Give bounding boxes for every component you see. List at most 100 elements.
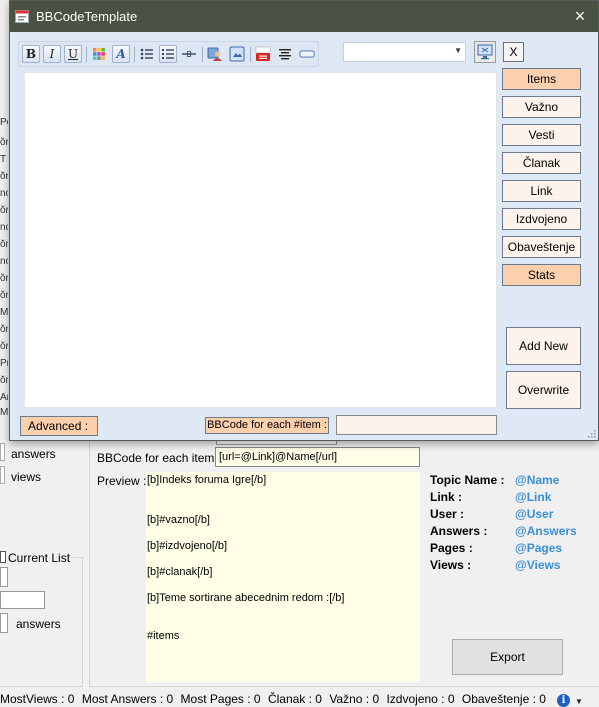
status-most-answers: Most Answers : 0 (81, 692, 174, 706)
list-item[interactable]: M (0, 306, 8, 320)
items-button[interactable]: Items (502, 68, 581, 90)
preview-line: [b]Teme sortirane abecednim redom :[/b] (147, 592, 345, 604)
legend-value: @User (515, 507, 554, 521)
list-item[interactable]: ŏr (0, 238, 8, 252)
bbcode-each-item-label: BBCode for each item : (97, 451, 222, 465)
vazno-button[interactable]: Važno (502, 96, 581, 118)
template-editor[interactable] (24, 72, 497, 408)
preview-line: [b]Indeks foruma Igre[/b] (147, 474, 267, 486)
views-option-box[interactable] (0, 466, 5, 484)
legend-key: Link : (430, 490, 462, 504)
image-icon[interactable] (228, 45, 246, 63)
legend-value: @Link (515, 490, 552, 504)
legend-value: @Pages (515, 541, 563, 555)
legend-key: Topic Name : (430, 473, 505, 487)
horizontal-rule-icon[interactable] (180, 45, 198, 63)
list-item[interactable]: ŏr (0, 204, 8, 218)
status-most-views: MostViews : 0 (0, 692, 75, 706)
status-vazno: Važno : 0 (329, 692, 380, 706)
spoiler-icon[interactable] (298, 45, 316, 63)
toolbar-separator (134, 47, 135, 62)
bbcode-each-item-field[interactable] (336, 415, 497, 435)
clear-button[interactable]: X (503, 42, 524, 62)
close-icon[interactable]: × (566, 3, 594, 29)
resize-grip-icon[interactable] (588, 430, 596, 438)
vesti-button[interactable]: Vesti (502, 124, 581, 146)
current-list-input[interactable] (0, 591, 45, 609)
list-item[interactable]: Po (0, 116, 8, 130)
stats-button[interactable]: Stats (502, 264, 581, 286)
current-list-combo[interactable] (0, 567, 8, 587)
list-item[interactable]: ŏr (0, 272, 8, 286)
italic-icon[interactable]: I (43, 45, 61, 63)
numbered-list-icon[interactable] (159, 45, 177, 63)
chevron-down-icon[interactable]: ▼ (575, 697, 583, 706)
bold-icon[interactable]: B (22, 45, 40, 63)
status-clanak: Članak : 0 (267, 692, 322, 706)
align-center-icon[interactable] (276, 45, 294, 63)
youtube-icon[interactable] (254, 45, 272, 63)
list-item[interactable]: M (0, 406, 8, 420)
font-icon[interactable]: A (112, 45, 130, 63)
bbcode-each-item-label: BBCode for each #item : (205, 417, 329, 434)
list-item[interactable]: no (0, 187, 8, 201)
list-item[interactable]: ŏr (0, 340, 8, 354)
template-select[interactable]: ▼ (343, 42, 466, 62)
link-button[interactable]: Link (502, 180, 581, 202)
obavestenje-button[interactable]: Obaveštenje (502, 236, 581, 258)
export-button[interactable]: Export (452, 639, 563, 675)
formatting-toolbar: B I U A (18, 41, 319, 67)
legend-key: Pages : (430, 541, 473, 555)
current-list-checkbox[interactable] (0, 551, 6, 563)
toolbar-separator (86, 47, 87, 62)
list-item[interactable]: no (0, 255, 8, 269)
legend-key: Answers : (430, 524, 488, 538)
overwrite-button[interactable]: Overwrite (506, 371, 581, 409)
advanced-button[interactable]: Advanced : (20, 416, 98, 436)
status-izdvojeno: Izdvojeno : 0 (386, 692, 455, 706)
list-item[interactable]: ŏr (0, 289, 8, 303)
legend-key: Views : (430, 558, 472, 572)
toolbar-separator (202, 47, 203, 62)
legend-key: User : (430, 507, 465, 521)
user-icon[interactable] (206, 45, 224, 63)
status-obavestenje: Obaveštenje : 0 (461, 692, 546, 706)
preview-line: #items (147, 630, 180, 642)
list-item[interactable]: no (0, 221, 8, 235)
app-icon (15, 10, 29, 23)
answers-label-2: answers (16, 617, 61, 631)
window-title: BBCodeTemplate (36, 9, 138, 24)
color-icon[interactable] (90, 45, 108, 63)
preview-line: [b]#izdvojeno[/b] (147, 540, 228, 552)
preview-box[interactable]: [b]Indeks foruma Igre[/b] [b]#vazno[/b] … (146, 472, 420, 682)
list-item[interactable]: T (0, 153, 8, 167)
list-item[interactable]: Ar (0, 391, 8, 405)
chevron-down-icon[interactable]: ▼ (454, 46, 462, 55)
izdvojeno-button[interactable]: Izdvojeno (502, 208, 581, 230)
list-item[interactable]: ŏr (0, 374, 8, 388)
list-item[interactable]: ŏr (0, 323, 8, 337)
bulleted-list-icon[interactable] (138, 45, 156, 63)
clanak-button[interactable]: Članak (502, 152, 581, 174)
save-template-button[interactable] (474, 41, 496, 63)
add-new-button[interactable]: Add New (506, 327, 581, 365)
preview-line: [b]#clanak[/b] (147, 566, 213, 578)
info-icon[interactable]: i (557, 694, 570, 707)
current-list-label: Current List (7, 551, 72, 565)
list-item[interactable]: ŏr (0, 170, 8, 184)
list-item[interactable]: ŏr (0, 136, 8, 150)
views-label: views (11, 470, 42, 484)
answers-stepper[interactable] (0, 613, 8, 633)
monitor-icon (477, 44, 493, 60)
legend-value: @Views (515, 558, 561, 572)
list-item[interactable]: Pr (0, 357, 8, 371)
underline-icon[interactable]: U (64, 45, 82, 63)
status-bar: MostViews : 0 Most Answers : 0 Most Page… (0, 691, 599, 707)
bbcode-template-dialog: BBCodeTemplate × B I U A ▼ X Items Važno… (9, 0, 599, 441)
title-bar[interactable]: BBCodeTemplate × (10, 1, 598, 32)
bbcode-each-item-input[interactable]: [url=@Link]@Name[/url] (215, 447, 420, 467)
answers-option-box[interactable] (0, 443, 5, 461)
legend-value: @Answers (515, 524, 577, 538)
legend-value: @Name (515, 473, 560, 487)
preview-label: Preview : (97, 474, 147, 488)
